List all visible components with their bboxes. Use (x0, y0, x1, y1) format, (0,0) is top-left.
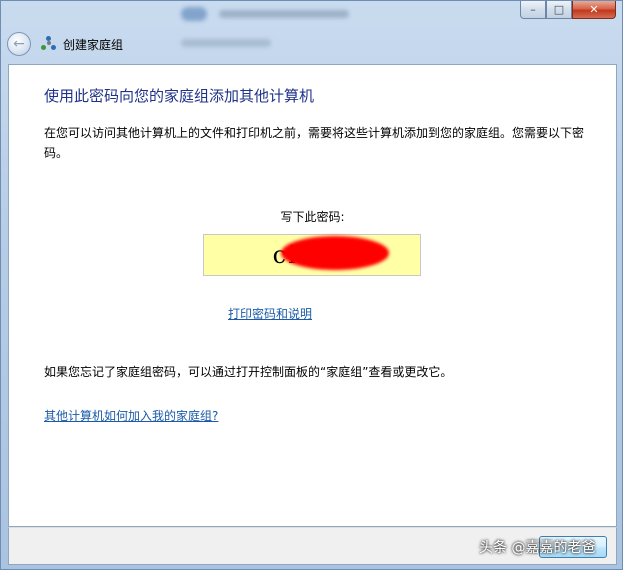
wizard-title: 创建家庭组 (63, 37, 124, 52)
back-arrow-icon: ← (13, 36, 25, 52)
back-button[interactable]: ← (7, 32, 31, 56)
wizard-nav: ← 创建家庭组 (7, 29, 123, 59)
blurred-background-title (181, 7, 361, 21)
print-password-link[interactable]: 打印密码和说明 (228, 305, 312, 322)
maximize-button[interactable]: □ (546, 1, 572, 19)
close-button[interactable]: ✕ (572, 1, 616, 19)
minimize-button[interactable]: – (520, 1, 546, 19)
join-help-link[interactable]: 其他计算机如何加入我的家庭组? (44, 407, 218, 424)
wizard-content: 使用此密码向您的家庭组添加其他计算机 在您可以访问其他计算机上的文件和打印机之前… (8, 64, 617, 527)
forgot-password-text: 如果您忘记了家庭组密码，可以通过打开控制面板的“家庭组”查看或更改它。 (44, 365, 453, 379)
caption-buttons: – □ ✕ (520, 1, 616, 19)
blurred-background-text (181, 39, 271, 47)
password-label: 写下此密码: (280, 210, 345, 224)
window-frame: – □ ✕ ← 创建家庭组 使用此密码向您的家庭组添加其他计算机 在您可以访问其… (0, 0, 623, 570)
instruction-text: 在您可以访问其他计算机上的文件和打印机之前，需要将这些计算机添加到您的家庭组。您… (44, 126, 585, 160)
redaction-mark (281, 236, 389, 270)
watermark: 头条 @嘉嘉的老爸 (479, 540, 596, 556)
page-heading: 使用此密码向您的家庭组添加其他计算机 (44, 87, 315, 105)
homegroup-icon (41, 36, 57, 52)
